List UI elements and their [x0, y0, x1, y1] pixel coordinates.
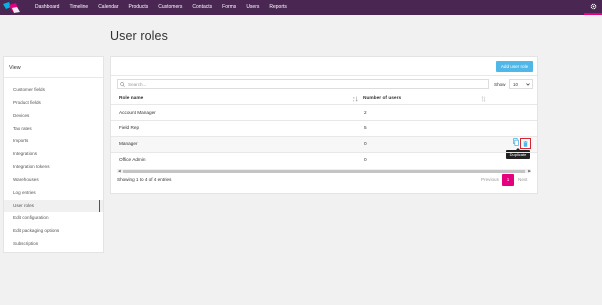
sort-icon[interactable] [481, 95, 486, 102]
scroll-right-arrow-icon[interactable]: ▶ [528, 169, 531, 173]
user-count-cell: 0 [364, 157, 367, 162]
scrollbar-thumb[interactable] [123, 169, 525, 173]
sidebar-item-customer-fields[interactable]: Customer fields [4, 84, 103, 97]
user-roles-panel: Add user role Show 10 Role name a z Numb… [110, 56, 538, 194]
sidebar-item-integration-tokens[interactable]: Integration tokens [4, 161, 103, 174]
sidebar-divider [4, 77, 103, 78]
app-logo-icon[interactable] [3, 2, 20, 13]
nav-forms[interactable]: Forms [217, 0, 241, 15]
entries-per-page-value: 10 [513, 82, 518, 87]
entries-per-page-select[interactable]: 10 [509, 79, 533, 89]
sidebar-item-edit-packaging-options[interactable]: Edit packaging options [4, 225, 103, 238]
nav-reports[interactable]: Reports [264, 0, 292, 15]
sidebar-item-subscription[interactable]: Subscription [4, 238, 103, 251]
settings-sidebar: View Customer fields Product fields Devi… [3, 56, 104, 253]
row-divider [111, 136, 537, 137]
settings-button[interactable] [584, 0, 602, 15]
main-nav: Dashboard Timeline Calendar Products Cus… [30, 0, 292, 15]
page-title: User roles [110, 29, 168, 43]
gear-icon [590, 3, 596, 10]
sidebar-item-warehouses[interactable]: Warehouses [4, 174, 103, 187]
delete-button[interactable] [520, 138, 531, 149]
sort-alpha-icon[interactable]: a z [353, 96, 358, 102]
sidebar-item-tax-rates[interactable]: Tax rates [4, 123, 103, 136]
row-divider [111, 152, 537, 153]
sidebar-heading: View [9, 65, 21, 71]
pagination-previous[interactable]: Previous [481, 177, 499, 182]
add-user-role-button[interactable]: Add user role [496, 61, 533, 72]
role-name-cell[interactable]: Office Admin [119, 157, 146, 162]
sidebar-item-edit-configuration[interactable]: Edit configuration [4, 212, 103, 225]
sidebar-item-imports[interactable]: Imports [4, 135, 103, 148]
nav-timeline[interactable]: Timeline [64, 0, 93, 15]
nav-customers[interactable]: Customers [153, 0, 187, 15]
search-icon [120, 82, 125, 87]
sidebar-item-log-entries[interactable]: Log entries [4, 187, 103, 200]
chevron-down-icon [526, 83, 530, 86]
column-header-role-name[interactable]: Role name [119, 96, 143, 101]
nav-calendar[interactable]: Calendar [93, 0, 123, 15]
sidebar-item-user-roles[interactable]: User roles [4, 199, 103, 213]
nav-users[interactable]: Users [241, 0, 264, 15]
search-box[interactable] [117, 79, 489, 89]
top-navigation-bar: Dashboard Timeline Calendar Products Cus… [0, 0, 602, 15]
show-entries-label: Show [494, 81, 506, 87]
user-count-cell: 0 [364, 141, 367, 146]
role-name-cell[interactable]: Account Manager [119, 110, 156, 115]
copy-icon[interactable] [513, 138, 519, 146]
pagination-current-page[interactable]: 1 [502, 174, 514, 186]
column-header-number-of-users[interactable]: Number of users [363, 96, 401, 101]
nav-dashboard[interactable]: Dashboard [30, 0, 64, 15]
nav-products[interactable]: Products [123, 0, 153, 15]
header-divider [111, 104, 537, 105]
sidebar-item-integrations[interactable]: Integrations [4, 148, 103, 161]
role-name-cell[interactable]: Manager [119, 141, 138, 146]
nav-contacts[interactable]: Contacts [187, 0, 217, 15]
pagination-next[interactable]: Next [518, 177, 527, 182]
user-count-cell: 5 [364, 125, 367, 130]
search-input[interactable] [128, 80, 483, 88]
panel-divider [111, 75, 537, 76]
row-divider [111, 120, 537, 121]
table-row-hover [111, 136, 537, 152]
trash-icon [523, 140, 528, 147]
role-name-cell[interactable]: Field Rep [119, 125, 139, 130]
sidebar-item-devices[interactable]: Devices [4, 110, 103, 123]
table-entries-info: Showing 1 to 4 of 4 entries [117, 177, 172, 182]
user-count-cell: 2 [364, 110, 367, 115]
horizontal-scrollbar[interactable]: ◀ ▶ [117, 169, 531, 173]
svg-text:z: z [353, 99, 355, 102]
sidebar-item-product-fields[interactable]: Product fields [4, 97, 103, 110]
scroll-left-arrow-icon[interactable]: ◀ [118, 169, 121, 173]
